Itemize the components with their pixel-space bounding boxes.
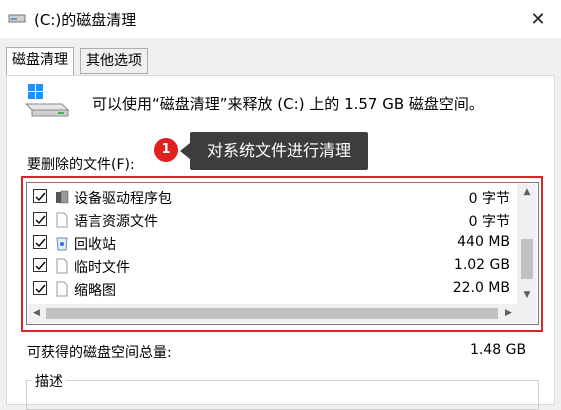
scroll-left-icon[interactable]: ◀ [28,304,45,323]
checkbox[interactable] [33,189,47,203]
file-name: 语言资源文件 [74,214,158,230]
tab-other-options[interactable]: 其他选项 [80,48,148,74]
file-name: 缩略图 [74,283,116,299]
disk-cleanup-icon [8,14,26,23]
tab-bar: 磁盘清理 其他选项 [0,38,561,76]
list-item[interactable]: 回收站 440 MB [27,232,517,255]
file-size: 1.02 GB [453,257,510,273]
title-bar: (C:)的磁盘清理 ✕ [0,0,561,38]
horizontal-scrollbar[interactable]: ◀ ▶ [28,304,517,323]
checkbox[interactable] [33,258,47,272]
callout-badge: 1 [154,138,178,162]
checkbox[interactable] [33,212,47,226]
file-size: 22.0 MB [452,280,510,296]
checkbox[interactable] [33,281,47,295]
scroll-up-icon[interactable]: ▲ [517,184,537,201]
files-list[interactable]: 设备驱动程序包 0 字节 语言资源文件 0 字节 回收站 440 MB 临时文件… [26,182,539,325]
file-icon [56,281,68,297]
info-text: 可以使用“磁盘清理”来释放 (C:) 上的 1.57 GB 磁盘空间。 [92,95,484,113]
file-name: 设备驱动程序包 [74,191,172,207]
list-item[interactable]: 设备驱动程序包 0 字节 [27,186,517,209]
file-size: 440 MB [457,234,510,250]
file-size: 0 字节 [468,191,510,207]
file-name: 临时文件 [74,260,130,276]
total-space-label: 可获得的磁盘空间总量: [27,345,172,361]
file-icon [56,258,68,274]
close-icon: ✕ [530,8,546,30]
files-to-delete-label: 要删除的文件(F): [27,157,135,173]
recycle-bin-icon [56,237,68,251]
close-button[interactable]: ✕ [515,0,561,38]
horizontal-scroll-thumb[interactable] [46,308,498,319]
file-name: 回收站 [74,237,116,253]
tab-disk-cleanup[interactable]: 磁盘清理 [6,47,74,75]
driver-package-icon [56,190,69,204]
list-item[interactable]: 缩略图 22.0 MB [27,278,517,301]
description-label: 描述 [32,371,66,391]
checkbox[interactable] [33,235,47,249]
tooltip-arrow [180,143,190,159]
description-group [26,380,539,410]
list-item[interactable]: 临时文件 1.02 GB [27,255,517,278]
drive-icon [24,84,70,117]
vertical-scrollbar[interactable]: ▲ ▼ [517,184,537,304]
list-item[interactable]: 语言资源文件 0 字节 [27,209,517,232]
file-size: 0 字节 [468,214,510,230]
scrollbar-corner [517,304,537,323]
file-icon [56,212,68,228]
scroll-down-icon[interactable]: ▼ [517,287,537,304]
window-title: (C:)的磁盘清理 [34,11,137,29]
scroll-right-icon[interactable]: ▶ [500,304,517,323]
total-space-value: 1.48 GB [470,342,527,358]
callout-tooltip: 对系统文件进行清理 [190,132,368,170]
vertical-scroll-thumb[interactable] [521,239,533,279]
